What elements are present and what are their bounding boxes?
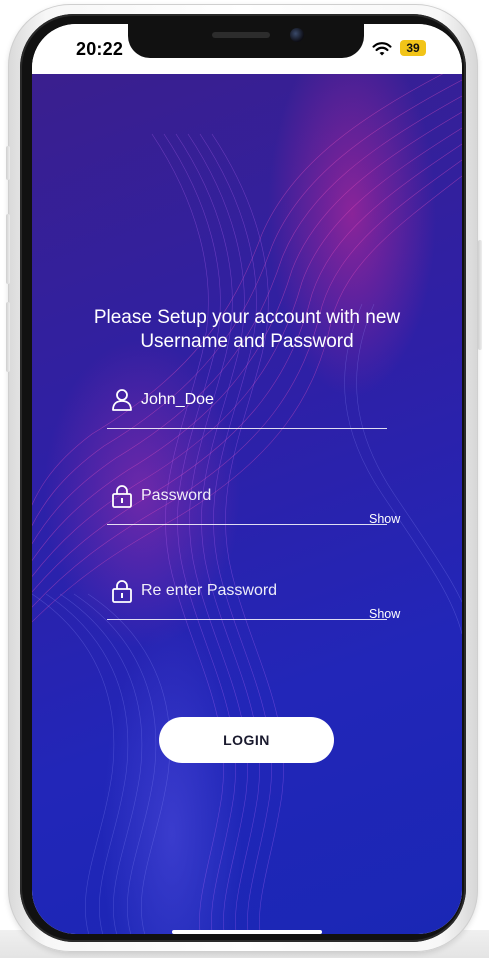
user-icon: [112, 389, 132, 411]
headline-line-1: Please Setup your account with new: [93, 307, 401, 328]
phone-volume-down-button: [6, 302, 10, 372]
phone-screen: 20:22 39 Please Setup your account with …: [32, 24, 462, 934]
notch: [128, 24, 364, 58]
earpiece-speaker: [212, 32, 270, 38]
username-field[interactable]: John_Doe: [107, 378, 387, 429]
phone-volume-up-button: [6, 214, 10, 284]
wifi-icon: [372, 42, 392, 56]
reenter-password-input[interactable]: Re enter Password: [141, 582, 277, 600]
username-input[interactable]: John_Doe: [141, 391, 214, 409]
show-password-button[interactable]: Show: [369, 512, 400, 526]
status-bar: 20:22 39: [32, 24, 462, 74]
setup-screen: Please Setup your account with new Usern…: [32, 74, 462, 934]
show-reenter-password-button[interactable]: Show: [369, 607, 400, 621]
lock-icon: [112, 485, 132, 508]
login-button[interactable]: LOGIN: [159, 717, 334, 763]
home-indicator: [172, 930, 322, 934]
phone-power-button: [478, 240, 482, 350]
password-field[interactable]: Password: [107, 474, 387, 525]
phone-side-button: [6, 146, 10, 180]
reenter-password-field[interactable]: Re enter Password: [107, 569, 387, 620]
lock-icon: [112, 580, 132, 603]
front-camera: [290, 28, 304, 42]
headline-line-2: Username and Password: [140, 331, 354, 352]
setup-headline: Please Setup your account with new Usern…: [52, 306, 442, 354]
status-time: 20:22: [76, 39, 124, 59]
device-mockup: 20:22 39 Please Setup your account with …: [0, 0, 489, 958]
battery-icon: 39: [400, 40, 426, 56]
password-input[interactable]: Password: [141, 487, 211, 505]
